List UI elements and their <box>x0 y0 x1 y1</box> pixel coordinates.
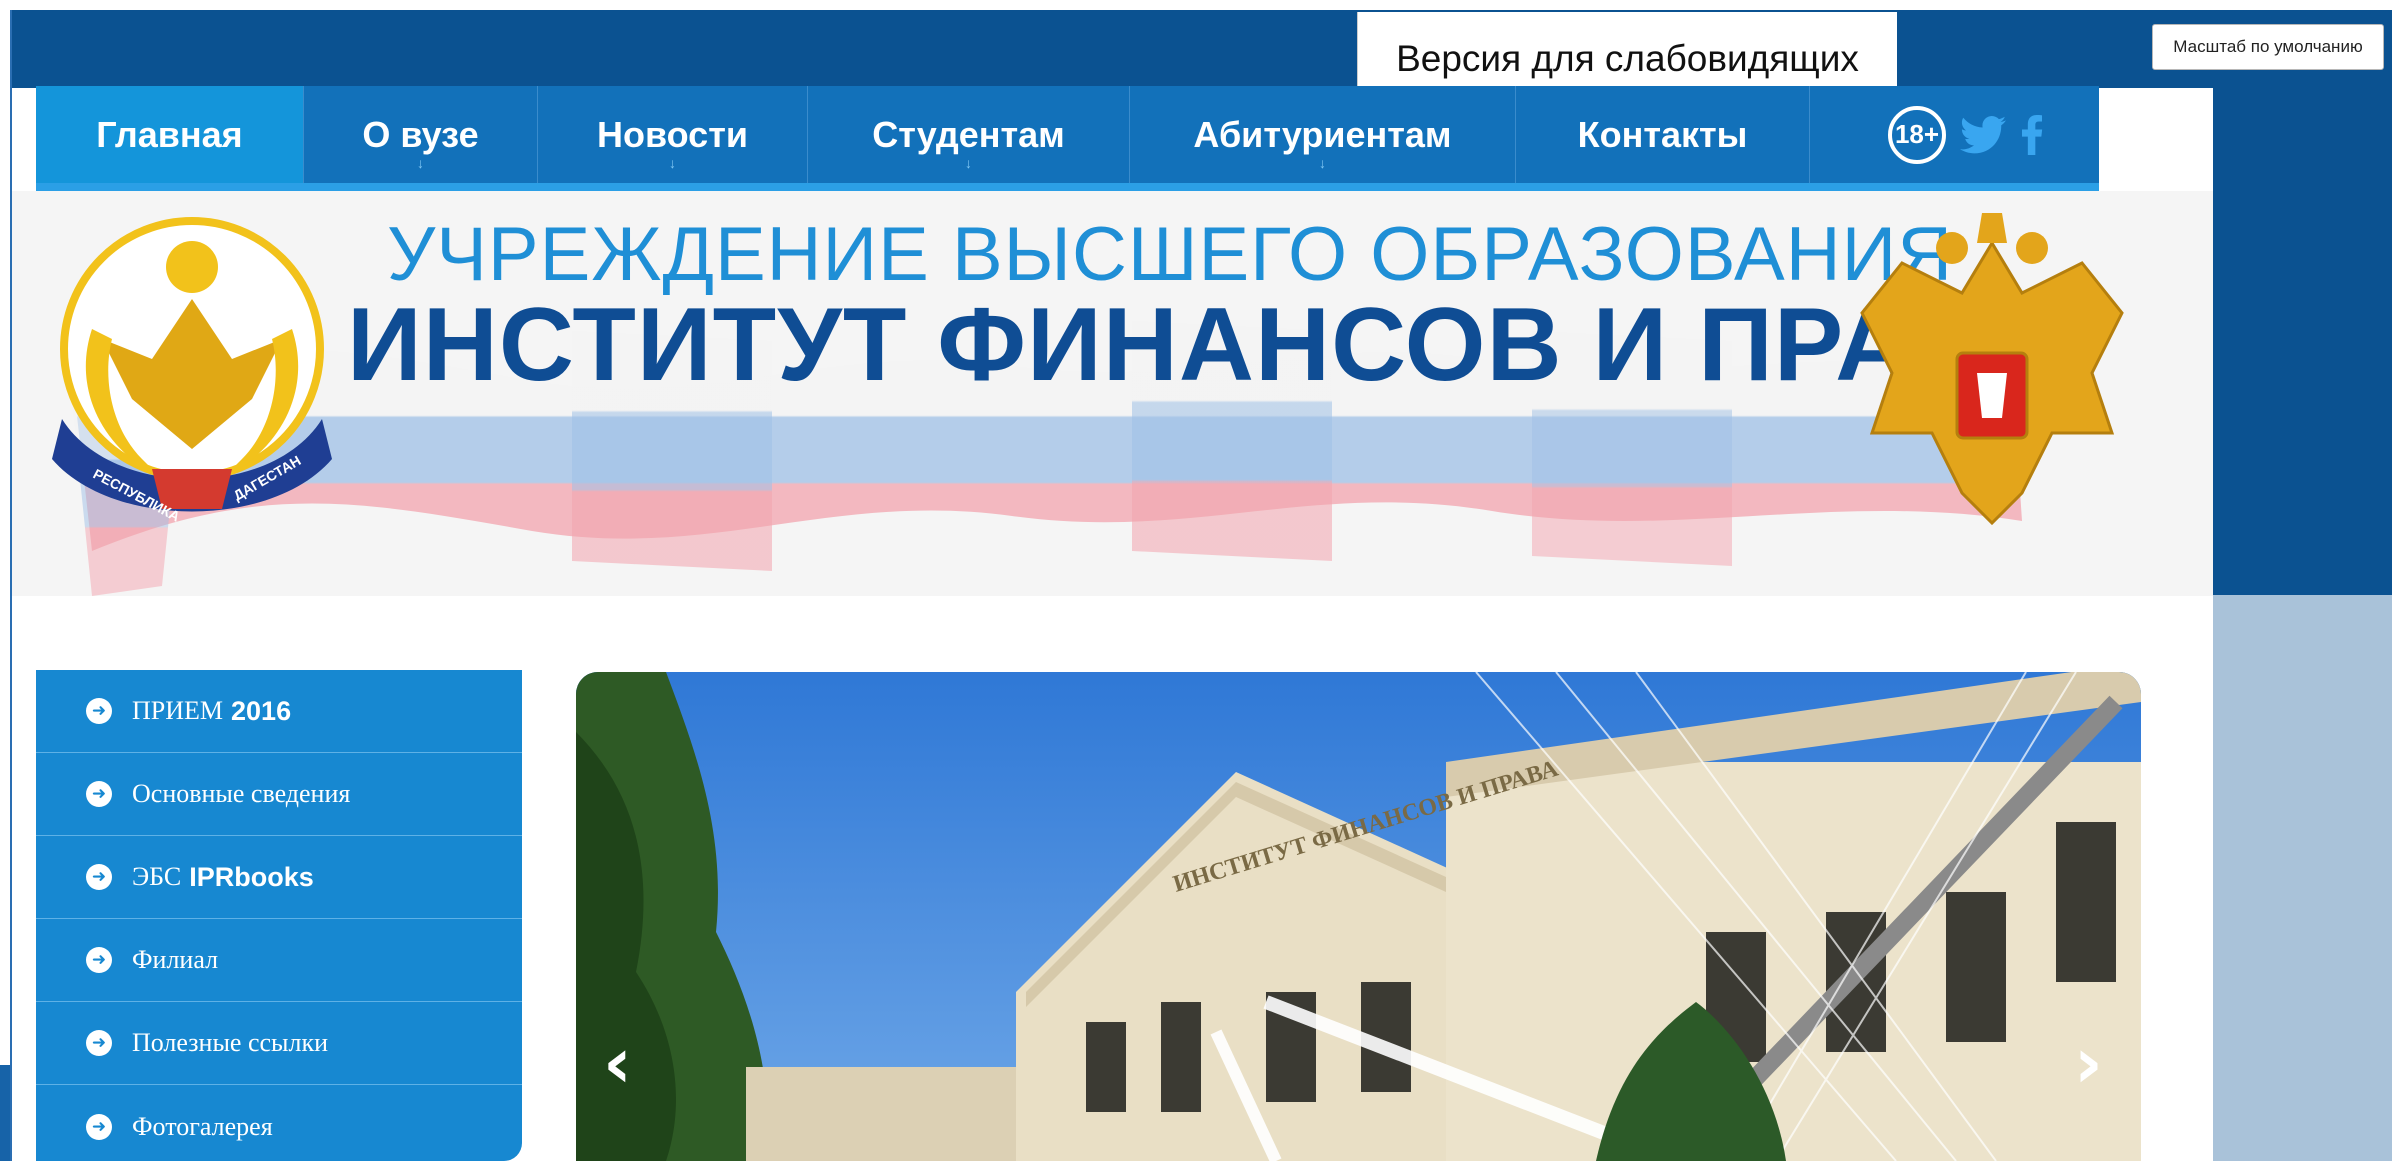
main-navigation: Главная О вузе ↓ Новости ↓ Студентам ↓ А… <box>36 86 2099 191</box>
default-zoom-button[interactable]: Масштаб по умолчанию <box>2152 24 2384 70</box>
arrow-circle-icon: ➜ <box>86 698 112 724</box>
submenu-arrow-icon: ↓ <box>1319 155 1326 171</box>
banner-title: ИНСТИТУТ ФИНАНСОВ И ПРАВА <box>347 287 2059 403</box>
right-panel-light <box>2213 595 2392 1161</box>
russia-coat-of-arms-icon <box>1860 213 2124 526</box>
nav-item-label: Контакты <box>1577 113 1748 155</box>
sidebar-item-admission[interactable]: ➜ ПРИЕМ 2016 <box>36 670 522 753</box>
nav-item-label: Главная <box>96 113 243 155</box>
sidebar-item-label: Основные сведения <box>132 779 351 808</box>
nav-item-applicants[interactable]: Абитуриентам ↓ <box>1130 86 1516 183</box>
right-panel-dark <box>2213 10 2392 595</box>
chevron-right-icon[interactable]: › <box>2074 1028 2103 1098</box>
dagestan-emblem-icon: РЕСПУБЛИКА ДАГЕСТАН <box>52 217 332 525</box>
nav-item-label: Новости <box>597 113 748 155</box>
sidebar-item-label: ПРИЕМ <box>132 696 224 725</box>
submenu-arrow-icon: ↓ <box>669 155 676 171</box>
age-rating-badge: 18+ <box>1888 105 1946 164</box>
sidebar-item-label: ЭБС <box>132 862 182 891</box>
nav-item-students[interactable]: Студентам ↓ <box>808 86 1130 183</box>
arrow-circle-icon: ➜ <box>86 781 112 807</box>
sidebar-item-label: Филиал <box>132 945 219 974</box>
nav-item-label: Студентам <box>872 113 1065 155</box>
sidebar-item-bold: 2016 <box>231 695 292 726</box>
twitter-icon[interactable] <box>1960 115 2006 155</box>
banner-subtitle: УЧРЕЖДЕНИЕ ВЫСШЕГО ОБРАЗОВАНИЯ <box>387 212 1954 297</box>
submenu-arrow-icon: ↓ <box>417 155 424 171</box>
nav-item-home[interactable]: Главная <box>36 86 304 183</box>
sidebar-item-photo-gallery[interactable]: ➜ Фотогалерея <box>36 1085 522 1161</box>
header-banner: РЕСПУБЛИКА ДАГЕСТАН УЧРЕЖДЕНИЕ ВЫСШЕГО О… <box>12 191 2213 596</box>
arrow-circle-icon: ➜ <box>86 1030 112 1056</box>
nav-item-about[interactable]: О вузе ↓ <box>304 86 538 183</box>
facebook-icon[interactable] <box>2020 114 2044 155</box>
slide-image: ИНСТИТУТ ФИНАНСОВ И ПРАВА <box>576 672 2141 1161</box>
nav-item-contacts[interactable]: Контакты <box>1516 86 1810 183</box>
social-links: 18+ <box>1810 86 2044 183</box>
submenu-arrow-icon: ↓ <box>965 155 972 171</box>
nav-item-label: Абитуриентам <box>1193 113 1452 155</box>
sidebar-item-branch[interactable]: ➜ Филиал <box>36 919 522 1002</box>
sidebar-item-useful-links[interactable]: ➜ Полезные ссылки <box>36 1002 522 1085</box>
nav-item-news[interactable]: Новости ↓ <box>538 86 808 183</box>
chevron-left-icon[interactable]: ‹ <box>603 1028 632 1098</box>
sidebar-item-bold: IPRbooks <box>189 861 314 892</box>
sidebar-item-ebs[interactable]: ➜ ЭБС IPRbooks <box>36 836 522 919</box>
arrow-circle-icon: ➜ <box>86 947 112 973</box>
sidebar-menu: ➜ ПРИЕМ 2016 ➜ Основные сведения ➜ ЭБС I… <box>36 670 522 1161</box>
sidebar-item-label: Фотогалерея <box>132 1111 273 1141</box>
nav-item-label: О вузе <box>362 113 479 155</box>
sidebar-item-label: Полезные ссылки <box>132 1028 329 1057</box>
arrow-circle-icon: ➜ <box>86 864 112 890</box>
sidebar-item-basic-info[interactable]: ➜ Основные сведения <box>36 753 522 836</box>
photo-slider: ИНСТИТУТ ФИНАНСОВ И ПРАВА <box>576 672 2141 1161</box>
low-vision-version-button[interactable]: Версия для слабовидящих <box>1357 12 1897 88</box>
arrow-circle-icon: ➜ <box>86 1113 112 1140</box>
left-strip <box>0 1065 10 1161</box>
